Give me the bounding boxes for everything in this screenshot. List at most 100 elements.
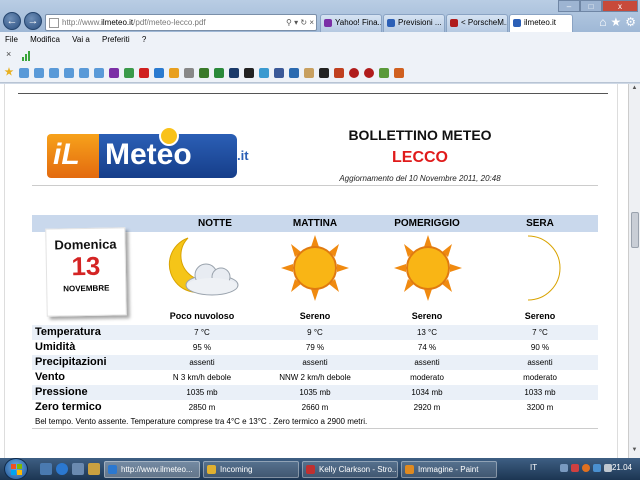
- favorite-icon[interactable]: [169, 68, 179, 78]
- taskbar-item-browser[interactable]: http://www.ilmeteo...: [104, 461, 200, 478]
- period-sera: SERA: [526, 218, 554, 229]
- forward-button[interactable]: →: [24, 12, 42, 30]
- favorite-icon[interactable]: [154, 68, 164, 78]
- ilmeteo-tab-icon: [387, 19, 395, 27]
- table-cell: 2660 m: [301, 403, 329, 412]
- row-label: Vento: [35, 371, 65, 383]
- condition-pomeriggio: Sereno: [411, 311, 443, 321]
- table-cell: 13 °C: [416, 328, 438, 337]
- taskbar-item-incoming[interactable]: Incoming: [203, 461, 299, 478]
- favorite-icon[interactable]: [229, 68, 239, 78]
- scroll-up-icon[interactable]: ▲: [629, 85, 640, 95]
- system-tray: [560, 464, 612, 472]
- row-temperatura: Temperatura 7 °C 9 °C 13 °C 7 °C: [32, 325, 598, 340]
- favorite-icon[interactable]: [64, 68, 74, 78]
- volume-icon[interactable]: [604, 464, 612, 472]
- row-umidita: Umidità 95 % 79 % 74 % 90 %: [32, 340, 598, 355]
- favorite-icon[interactable]: [49, 68, 59, 78]
- row-label: Umidità: [35, 341, 76, 353]
- address-bar[interactable]: http://www.ilmeteo.it/pdf/meteo-lecco.pd…: [45, 14, 317, 31]
- heart-icon[interactable]: [364, 68, 374, 78]
- menu-modifica[interactable]: Modifica: [30, 35, 60, 44]
- favorite-icon[interactable]: [199, 68, 209, 78]
- row-label: Precipitazioni: [35, 356, 107, 368]
- favorite-icon[interactable]: [394, 68, 404, 78]
- gear-icon[interactable]: ⚙: [625, 15, 636, 29]
- vertical-scrollbar[interactable]: ▲ ▼: [628, 84, 640, 458]
- table-cell: assenti: [414, 358, 440, 367]
- period-mattina: MATTINA: [292, 218, 338, 229]
- tab-label: Yahoo! Fina...: [335, 18, 382, 27]
- tab-label: ilmeteo.it: [524, 18, 557, 27]
- clock[interactable]: 21.04: [612, 463, 632, 472]
- favorites-star-icon[interactable]: ★: [4, 68, 14, 78]
- minimize-button[interactable]: –: [558, 0, 580, 12]
- update-timestamp: Aggiornamento del 10 Novembre 2011, 20:4…: [339, 174, 501, 183]
- period-notte: NOTTE: [198, 218, 232, 229]
- maximize-button[interactable]: □: [580, 0, 602, 12]
- favorite-icon[interactable]: [289, 68, 299, 78]
- favorite-icon[interactable]: [319, 68, 329, 78]
- favorite-icon[interactable]: [259, 68, 269, 78]
- favorite-icon[interactable]: [334, 68, 344, 78]
- forecast-summary: Bel tempo. Vento assente. Temperature co…: [35, 417, 368, 426]
- favorite-icon[interactable]: [244, 68, 254, 78]
- tab-ilmeteo[interactable]: ilmeteo.it: [509, 14, 573, 32]
- search-icon[interactable]: ⚲: [286, 18, 292, 27]
- dropdown-icon[interactable]: ▾: [294, 18, 298, 27]
- show-desktop-icon[interactable]: [40, 463, 52, 475]
- table-cell: assenti: [527, 358, 553, 367]
- date-day-number: 13: [71, 250, 101, 282]
- close-button[interactable]: x: [602, 0, 638, 12]
- row-label: Pressione: [35, 386, 88, 398]
- favorite-icon[interactable]: [124, 68, 134, 78]
- tab-previsioni[interactable]: Previsioni ...: [383, 14, 445, 32]
- heart-icon[interactable]: [349, 68, 359, 78]
- favorite-icon[interactable]: [184, 68, 194, 78]
- scrollbar-thumb[interactable]: [631, 212, 639, 248]
- table-cell: moderato: [410, 373, 444, 382]
- menu-help[interactable]: ?: [142, 35, 146, 44]
- quicklaunch-icon[interactable]: [88, 463, 100, 475]
- favorite-icon[interactable]: [19, 68, 29, 78]
- language-indicator[interactable]: IT: [530, 463, 537, 472]
- favorites-bar: ★: [0, 63, 640, 83]
- tab-porsche[interactable]: < PorscheM...: [446, 14, 508, 32]
- menu-vai-a[interactable]: Vai a: [72, 35, 90, 44]
- favorites-star-icon[interactable]: ★: [610, 15, 621, 29]
- tab-yahoo-finance[interactable]: Yahoo! Fina...: [320, 14, 382, 32]
- refresh-icon[interactable]: ↻: [300, 18, 307, 27]
- stop-icon[interactable]: ×: [309, 18, 314, 27]
- window-controls: – □ x: [558, 0, 638, 12]
- back-button[interactable]: ←: [3, 12, 21, 30]
- yahoo-icon[interactable]: [109, 68, 119, 78]
- taskbar-item-paint[interactable]: Immagine - Paint: [401, 461, 497, 478]
- menu-file[interactable]: File: [5, 35, 18, 44]
- tray-icon[interactable]: [582, 464, 590, 472]
- youtube-icon[interactable]: [139, 68, 149, 78]
- tray-arrow-icon[interactable]: [560, 464, 568, 472]
- quicklaunch-icon[interactable]: [72, 463, 84, 475]
- facebook-icon[interactable]: [274, 68, 284, 78]
- internet-explorer-icon[interactable]: [56, 463, 68, 475]
- favorite-icon[interactable]: [214, 68, 224, 78]
- home-icon[interactable]: ⌂: [599, 15, 606, 29]
- page-icon: [49, 18, 59, 28]
- table-cell: 7 °C: [532, 328, 548, 337]
- favorite-icon[interactable]: [379, 68, 389, 78]
- tray-icon[interactable]: [571, 464, 579, 472]
- favorite-icon[interactable]: [34, 68, 44, 78]
- table-cell: assenti: [189, 358, 215, 367]
- taskbar-item-media[interactable]: Kelly Clarkson - Stro...: [302, 461, 398, 478]
- favorite-icon[interactable]: [304, 68, 314, 78]
- row-zero-termico: Zero termico 2850 m 2660 m 2920 m 3200 m: [32, 400, 598, 415]
- favorite-icon[interactable]: [94, 68, 104, 78]
- start-button[interactable]: [4, 458, 28, 480]
- menu-preferiti[interactable]: Preferiti: [102, 35, 130, 44]
- table-cell: 74 %: [417, 343, 437, 352]
- moon-cloud-icon: [168, 237, 239, 296]
- close-toolbar-icon[interactable]: ×: [6, 49, 11, 59]
- network-icon[interactable]: [593, 464, 601, 472]
- favorite-icon[interactable]: [79, 68, 89, 78]
- scroll-down-icon[interactable]: ▼: [629, 447, 640, 457]
